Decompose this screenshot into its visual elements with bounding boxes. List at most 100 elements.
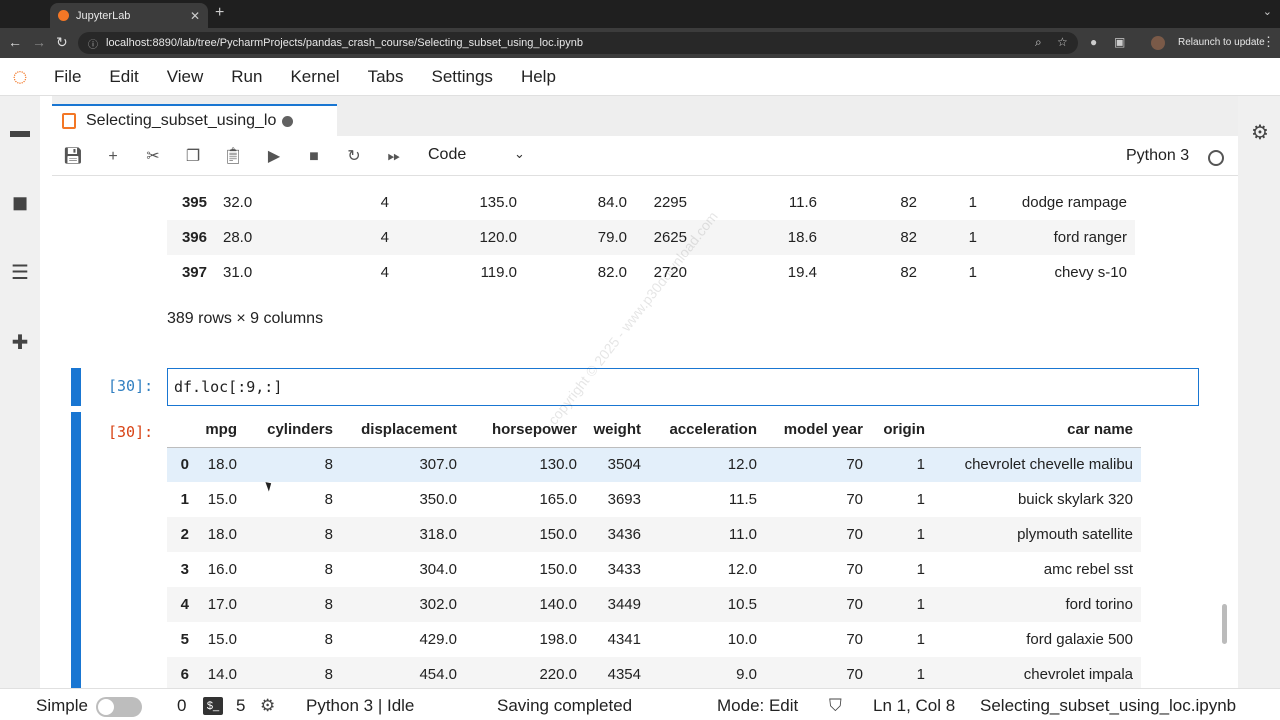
table-cell: 28.0 xyxy=(215,220,287,255)
table-cell: 350.0 xyxy=(419,491,457,508)
table-row: 5 15.0 8 429.0 198.0 4341 10.0 70 1 ford… xyxy=(167,622,1141,657)
kernel-count[interactable]: 0 xyxy=(177,696,186,716)
table-cell: 120.0 xyxy=(397,220,525,255)
table-cell: 79.0 xyxy=(525,220,635,255)
restart-icon[interactable]: ↻ xyxy=(342,146,366,168)
browser-tab[interactable]: JupyterLab ✕ xyxy=(50,3,208,28)
stop-icon[interactable]: ■ xyxy=(302,146,326,168)
menu-view[interactable]: View xyxy=(167,67,204,87)
forward-icon[interactable]: → xyxy=(32,34,46,50)
menu-run[interactable]: Run xyxy=(231,67,262,87)
restart-run-all-icon[interactable]: ⏩︎ xyxy=(382,146,406,168)
table-cell: chevrolet impala xyxy=(933,657,1141,688)
shield-icon[interactable]: ⛉ xyxy=(829,696,842,716)
insert-cell-icon[interactable]: + xyxy=(101,146,125,168)
right-sidebar: ⚙ xyxy=(1238,96,1280,688)
property-inspector-gear-icon[interactable]: ⚙ xyxy=(1248,120,1272,144)
simple-mode-toggle[interactable] xyxy=(96,697,142,717)
browser-menu-icon[interactable]: ⋮ xyxy=(1262,34,1275,50)
cut-icon[interactable]: ✂ xyxy=(141,146,165,168)
puzzle-icon[interactable]: ▣ xyxy=(1114,35,1125,49)
table-cell: 4341 xyxy=(607,631,641,648)
settings-gear-icon[interactable]: ⚙ xyxy=(260,696,275,716)
profile-avatar[interactable] xyxy=(1151,36,1165,50)
table-cell: 2295 xyxy=(653,194,687,211)
table-cell: 3449 xyxy=(585,587,649,622)
table-header-row: mpg cylinders displacement horsepower we… xyxy=(167,412,1141,448)
table-cell: 307.0 xyxy=(341,447,465,482)
table-of-contents-icon[interactable]: ☰ xyxy=(8,260,32,284)
output-collapser[interactable] xyxy=(71,412,81,688)
table-cell: 4 xyxy=(380,264,389,281)
save-icon[interactable]: 💾︎ xyxy=(61,146,85,168)
table-cell: plymouth satellite xyxy=(933,517,1141,552)
table-cell: 70 xyxy=(765,447,871,482)
extension-icon[interactable]: ● xyxy=(1090,35,1097,49)
left-sidebar: ▬ ◼ ☰ ✚ xyxy=(0,96,40,688)
site-info-icon[interactable]: ⓘ xyxy=(88,36,98,51)
url-text: localhost:8890/lab/tree/PycharmProjects/… xyxy=(106,37,583,49)
table-cell: ford ranger xyxy=(985,220,1135,255)
kernel-name[interactable]: Python 3 xyxy=(1126,147,1189,165)
close-tab-icon[interactable]: ✕ xyxy=(190,9,200,23)
paste-icon[interactable]: 📋︎ xyxy=(221,146,245,168)
back-icon[interactable]: ← xyxy=(8,34,22,50)
table-row: 3 16.0 8 304.0 150.0 3433 12.0 70 1 amc … xyxy=(167,552,1141,587)
status-bar: Simple 0 $_ 5 ⚙ Python 3 | Idle Saving c… xyxy=(0,688,1280,720)
scrollbar-thumb[interactable] xyxy=(1222,604,1227,644)
index-header xyxy=(167,412,197,448)
table-cell: 70 xyxy=(846,631,863,648)
table-cell: 140.0 xyxy=(465,587,585,622)
menu-tabs[interactable]: Tabs xyxy=(368,67,404,87)
output-dataframe-table: mpg cylinders displacement horsepower we… xyxy=(167,412,1141,688)
table-cell: 8 xyxy=(245,447,341,482)
terminal-icon[interactable]: $_ xyxy=(203,697,223,715)
run-icon[interactable]: ▶ xyxy=(262,146,286,168)
reload-icon[interactable]: ↻ xyxy=(56,34,68,51)
table-cell: 1 xyxy=(871,587,933,622)
table-cell: 4 xyxy=(287,220,397,255)
table-cell: chevy s-10 xyxy=(1054,264,1127,281)
notebook-panel: 395 32.0 4 135.0 84.0 2295 11.6 82 1 dod… xyxy=(52,176,1238,688)
menu-settings[interactable]: Settings xyxy=(432,67,493,87)
table-cell: 70 xyxy=(846,561,863,578)
relaunch-button[interactable]: Relaunch to update xyxy=(1172,34,1271,52)
code-editor[interactable]: df.loc[:9,:] xyxy=(167,368,1199,406)
extensions-icon[interactable]: ✚ xyxy=(8,330,32,354)
menu-kernel[interactable]: Kernel xyxy=(290,67,339,87)
zoom-icon[interactable]: ⌕ xyxy=(1035,35,1042,50)
kernel-state[interactable]: Python 3 | Idle xyxy=(306,696,414,716)
table-cell: 3693 xyxy=(607,491,641,508)
table-cell: 3504 xyxy=(585,447,649,482)
table-cell: 12.0 xyxy=(649,447,765,482)
tab-search-chevron-icon[interactable]: ⌄ xyxy=(1263,5,1272,18)
table-cell: 1 xyxy=(871,517,933,552)
menu-edit[interactable]: Edit xyxy=(109,67,138,87)
copy-icon[interactable]: ❐ xyxy=(181,146,205,168)
bookmark-star-icon[interactable]: ☆ xyxy=(1057,35,1068,49)
table-cell: 1 xyxy=(871,657,933,688)
cell-type-select[interactable]: Code xyxy=(428,146,466,164)
table-cell: 8 xyxy=(245,517,341,552)
menu-help[interactable]: Help xyxy=(521,67,556,87)
folder-icon[interactable]: ▬ xyxy=(8,120,32,142)
input-collapser[interactable] xyxy=(71,368,81,406)
running-kernels-icon[interactable]: ◼ xyxy=(8,190,32,214)
new-tab-icon[interactable]: + xyxy=(215,4,224,22)
table-cell: 16.0 xyxy=(207,561,237,578)
table-cell: amc rebel sst xyxy=(1043,561,1133,578)
chevron-down-icon[interactable]: ⌄ xyxy=(514,146,525,162)
table-cell: 135.0 xyxy=(479,194,517,211)
table-cell: ford torino xyxy=(933,587,1141,622)
unsaved-indicator-icon[interactable] xyxy=(282,115,294,127)
table-cell: chevrolet chevelle malibu xyxy=(933,447,1141,482)
table-cell: buick skylark 320 xyxy=(1017,491,1133,508)
table-cell: 32.0 xyxy=(223,194,253,211)
url-input[interactable]: ⓘ localhost:8890/lab/tree/PycharmProject… xyxy=(78,32,1078,54)
notebook-tab[interactable]: Selecting_subset_using_lo xyxy=(52,104,337,136)
terminal-count[interactable]: 5 xyxy=(236,696,245,716)
menu-file[interactable]: File xyxy=(54,67,81,87)
table-row: 2 18.0 8 318.0 150.0 3436 11.0 70 1 plym… xyxy=(167,517,1141,552)
cursor-position[interactable]: Ln 1, Col 8 xyxy=(873,696,955,716)
row-index: 2 xyxy=(167,517,197,552)
